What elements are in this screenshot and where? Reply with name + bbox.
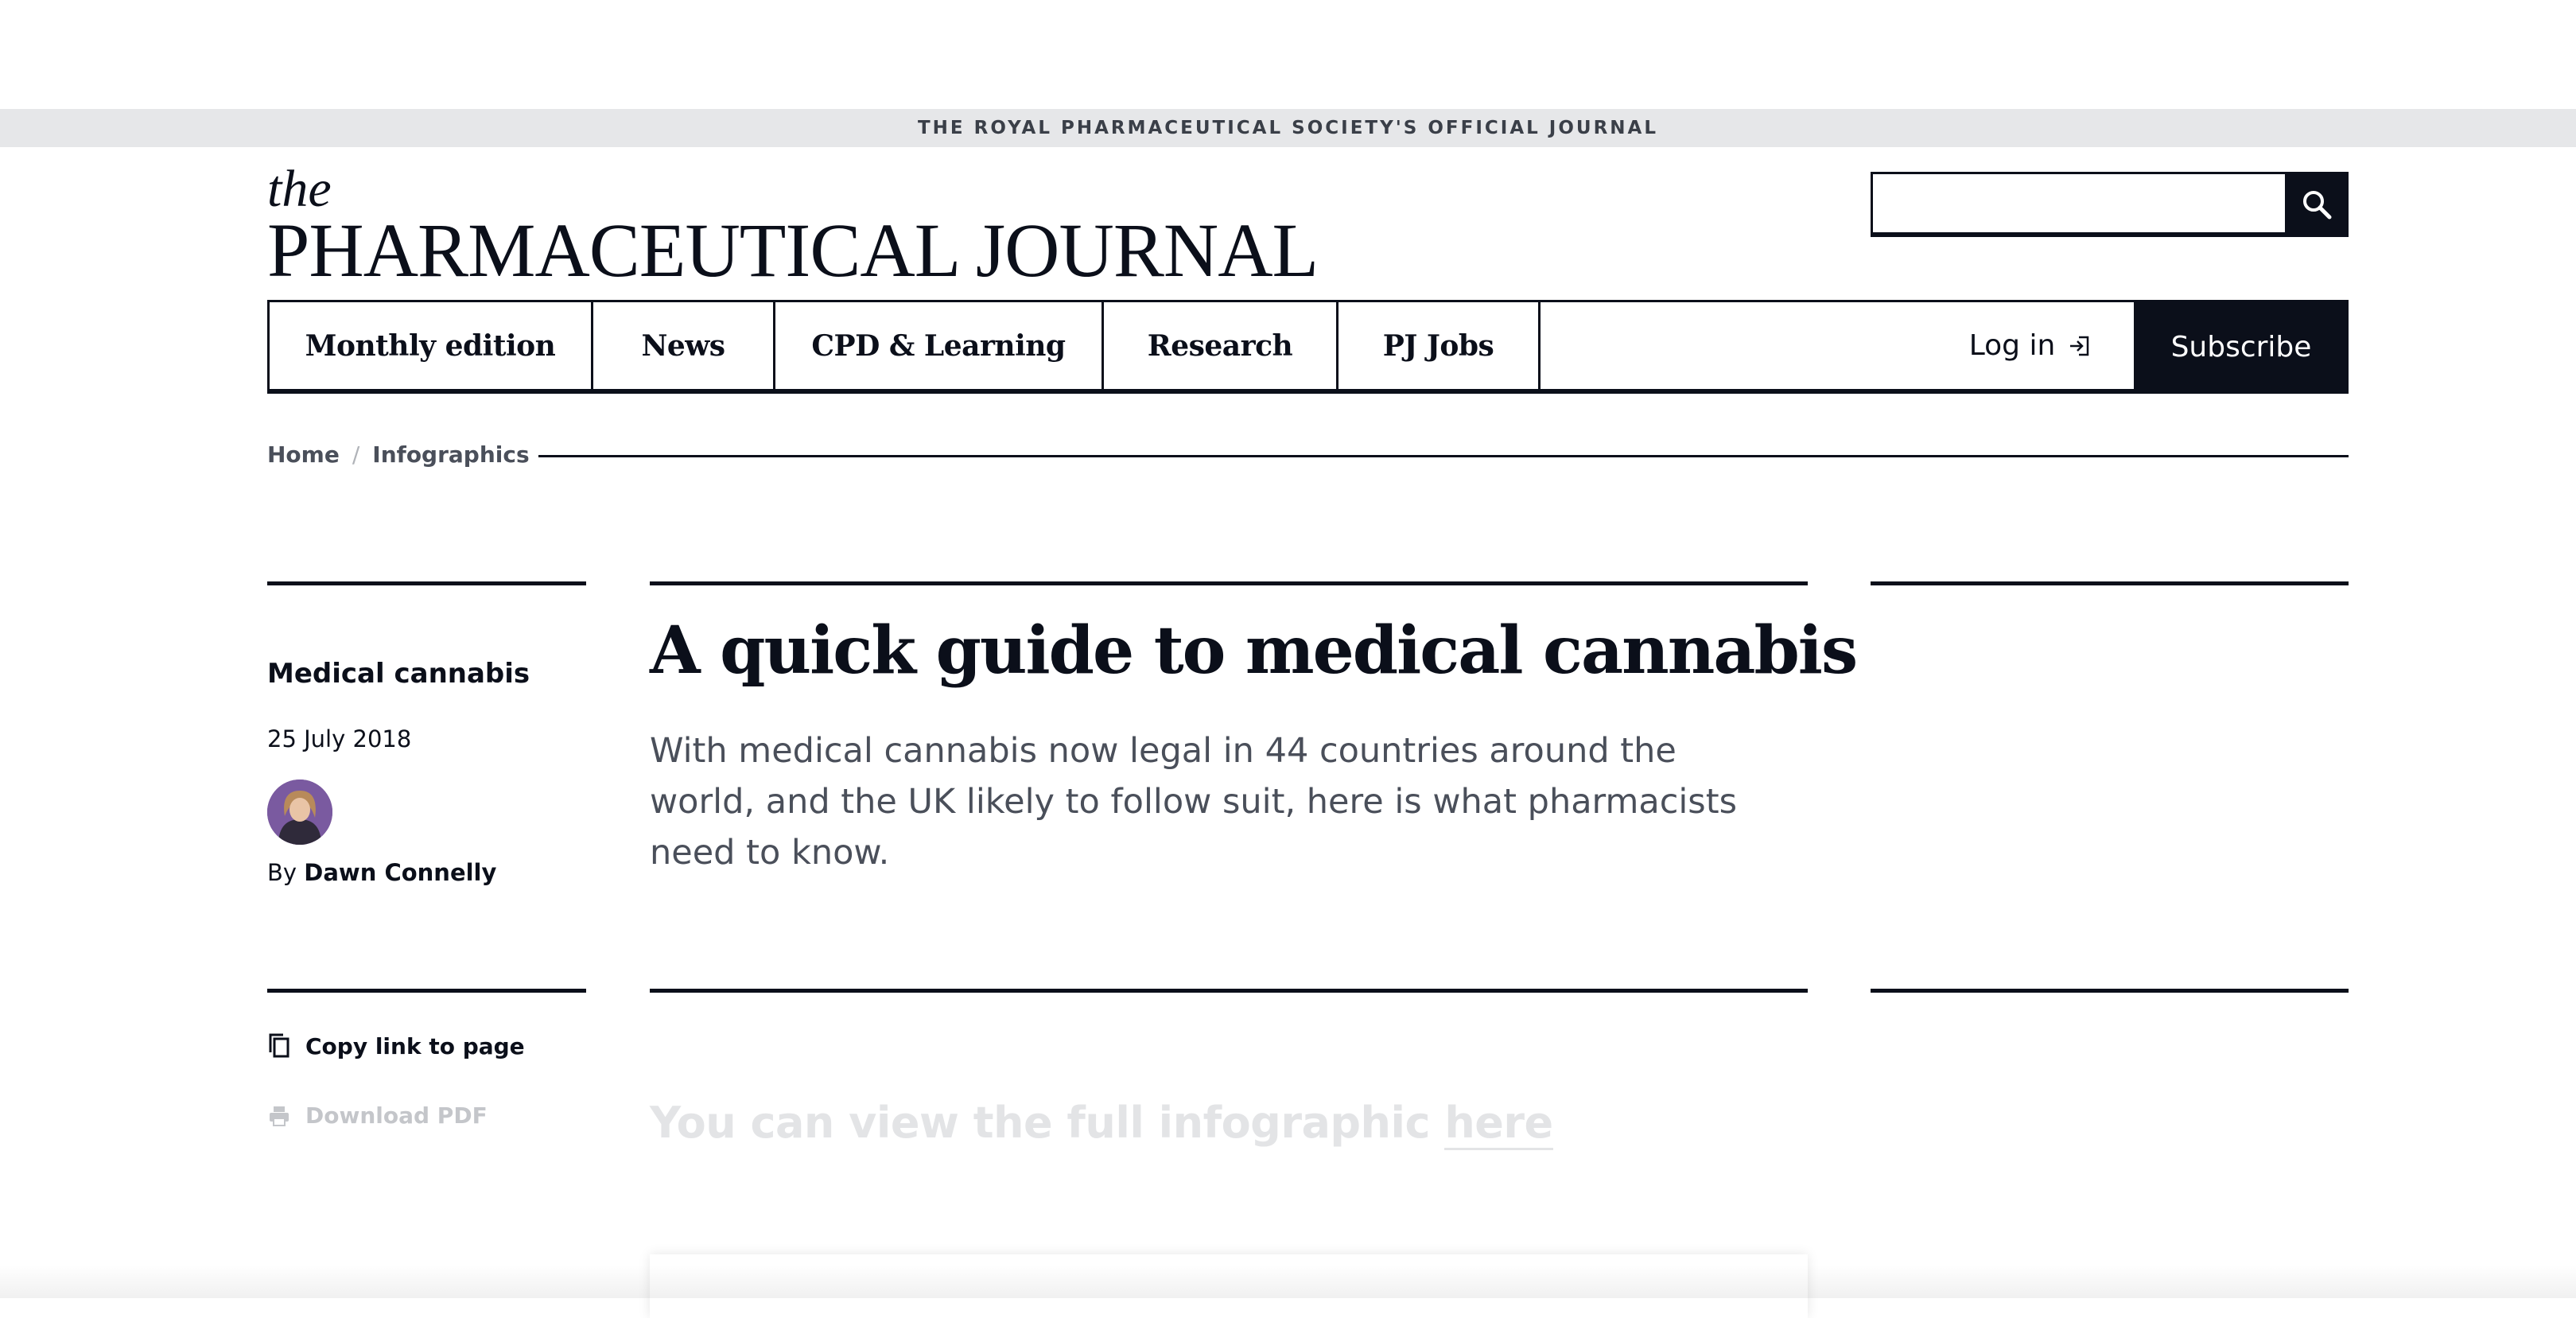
copy-link-label: Copy link to page [305, 1032, 525, 1059]
sidebar-top-rule [267, 581, 586, 585]
main-nav: Monthly edition News CPD & Learning Rese… [267, 300, 2349, 394]
download-pdf-label: Download PDF [305, 1102, 488, 1129]
aside-top-rule [1871, 581, 2349, 585]
author-photo [267, 780, 332, 845]
nav-news[interactable]: News [593, 302, 775, 389]
main-top-rule [650, 581, 1808, 585]
author-name[interactable]: Dawn Connelly [304, 859, 496, 886]
breadcrumb-infographics[interactable]: Infographics [372, 441, 529, 468]
full-infographic-link[interactable]: here [1444, 1098, 1553, 1150]
search-button[interactable] [2285, 172, 2349, 237]
nav-cpd-learning[interactable]: CPD & Learning [775, 302, 1104, 389]
print-icon [270, 1106, 289, 1126]
breadcrumb-rule [538, 455, 2349, 457]
byline: By Dawn Connelly [267, 859, 496, 886]
copy-link-button[interactable]: Copy link to page [267, 1032, 525, 1059]
aside-divider [1871, 989, 2349, 993]
main-divider [650, 989, 1808, 993]
login-label: Log in [1968, 329, 2056, 362]
search-box [1871, 172, 2349, 237]
breadcrumb: Home / Infographics [267, 441, 530, 468]
full-infographic-heading: You can view the full infographic here [650, 1098, 1553, 1150]
nav-pj-jobs[interactable]: PJ Jobs [1339, 302, 1541, 389]
breadcrumb-separator: / [352, 441, 360, 468]
login-icon [2070, 336, 2089, 356]
author-avatar[interactable] [267, 780, 332, 845]
logo-name: PHARMACEUTICAL JOURNAL [267, 208, 1319, 293]
journal-tagline: THE ROYAL PHARMACEUTICAL SOCIETY'S OFFIC… [917, 118, 1659, 138]
full-infographic-text: You can view the full infographic [650, 1098, 1445, 1148]
login-button[interactable]: Log in [1927, 302, 2134, 389]
search-input[interactable] [1873, 174, 2287, 232]
search-icon [2303, 191, 2332, 220]
article-date: 25 July 2018 [267, 725, 412, 752]
breadcrumb-home[interactable]: Home [267, 441, 340, 468]
sidebar-divider [267, 989, 586, 993]
infographic-card [650, 1254, 1808, 1318]
subscribe-button[interactable]: Subscribe [2134, 300, 2349, 394]
article-title: A quick guide to medical cannabis [650, 612, 1858, 689]
nav-monthly-edition[interactable]: Monthly edition [270, 302, 593, 389]
article-standfirst: With medical cannabis now legal in 44 co… [650, 731, 1737, 873]
article-topic[interactable]: Medical cannabis [267, 658, 530, 690]
download-pdf-button[interactable]: Download PDF [267, 1102, 488, 1129]
copy-icon [269, 1033, 289, 1058]
journal-tagline-bar: THE ROYAL PHARMACEUTICAL SOCIETY'S OFFIC… [0, 109, 2576, 147]
nav-research[interactable]: Research [1104, 302, 1339, 389]
site-logo[interactable]: the PHARMACEUTICAL JOURNAL [267, 163, 1319, 293]
byline-prefix: By [267, 859, 297, 886]
